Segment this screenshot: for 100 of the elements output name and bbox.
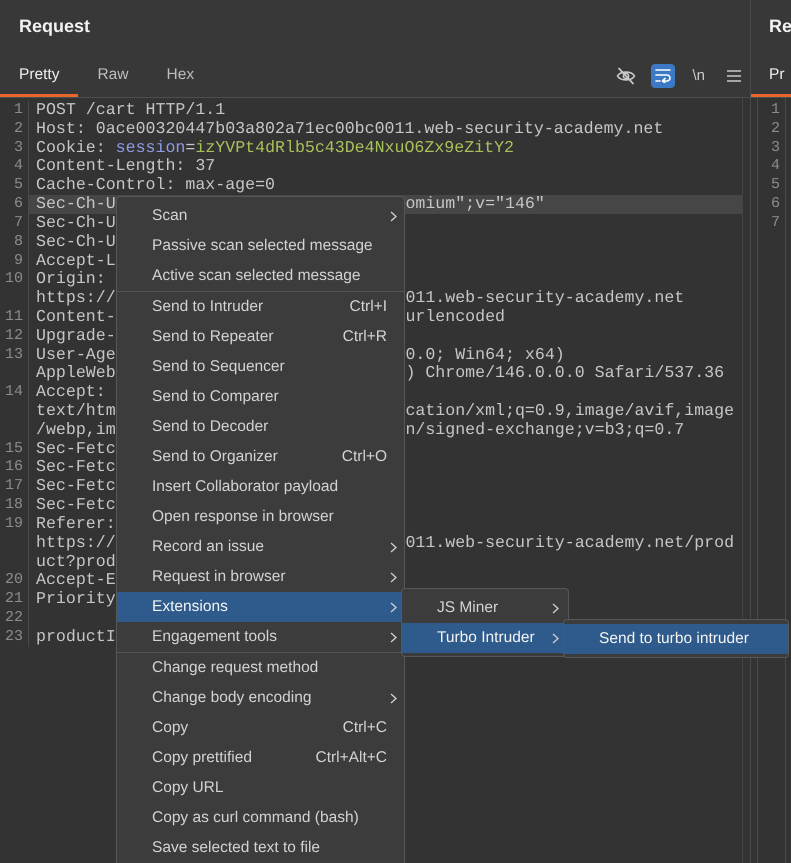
menu-item[interactable]: Record an issue	[117, 532, 404, 562]
menu-item[interactable]: Open response in browser	[117, 502, 404, 532]
code-text: Accept:	[36, 383, 106, 402]
code-text: User-Age	[36, 346, 116, 364]
shortcut-text: Ctrl+I	[350, 298, 387, 316]
menu-item[interactable]: Passive scan selected message	[117, 231, 404, 261]
line-number: 2	[770, 120, 780, 139]
code-text: Host: 0ace00320447b03a802a71ec00bc0011.web-security-academy.net	[36, 120, 664, 139]
menu-item[interactable]: Request in browser	[117, 562, 404, 592]
line-number: 23	[4, 628, 23, 647]
shortcut-text: Ctrl+R	[342, 328, 387, 346]
code-text: Sec-Ch-U	[36, 232, 116, 252]
menu-item[interactable]: Send to Comparer	[117, 382, 404, 412]
newline-toggle[interactable]: \n	[688, 64, 709, 88]
line-number: 6	[14, 195, 23, 214]
menu-item[interactable]: Send to turbo intruder	[564, 624, 788, 654]
line-number: 4	[770, 157, 780, 176]
line-number: 14	[4, 383, 23, 402]
code-text: Sec-Fetc	[36, 496, 116, 515]
code-text: productI	[36, 628, 116, 647]
code-text: Cookie: session=izYVPt4dRlb5c43De4NxuO6Zx9eZitY2	[36, 138, 514, 158]
menu-item[interactable]: Send to Organizer Ctrl+O	[117, 442, 404, 472]
line-number: 13	[4, 346, 23, 364]
line-number: 12	[4, 326, 23, 346]
line-number: 17	[4, 477, 23, 496]
line-number: 20	[4, 571, 23, 590]
code-text: text/htm	[36, 402, 116, 421]
code-text: Sec-Ch-U	[36, 195, 116, 214]
code-text: omium";v="146"	[405, 195, 545, 214]
shortcut-text: Ctrl+Alt+C	[316, 749, 387, 767]
code-text: AppleWeb	[36, 364, 116, 384]
code-text: 011.web-security-academy.net	[405, 289, 684, 308]
shortcut-text: Ctrl+O	[342, 448, 387, 466]
line-number: 6	[770, 195, 780, 214]
code-text: Accept-L	[36, 252, 116, 270]
line-number: 5	[770, 176, 780, 196]
menu-item[interactable]: Copy as curl command (bash)	[117, 803, 404, 833]
code-text: Cache-Control: max-age=0	[36, 176, 275, 196]
wrap-toggle[interactable]	[651, 64, 676, 88]
code-text: Referer:	[36, 514, 116, 534]
line-number: 2	[14, 120, 23, 139]
tab[interactable]: Hex	[148, 52, 214, 97]
menu-item[interactable]: Copy prettified Ctrl+Alt+C	[117, 743, 404, 773]
line-number: 8	[14, 232, 23, 252]
line-number: 16	[4, 458, 23, 478]
menu-item[interactable]: Copy URL	[117, 773, 404, 803]
shortcut-text: Ctrl+C	[342, 719, 387, 737]
menu-item[interactable]: Send to Decoder	[117, 412, 404, 442]
code-text: Upgrade-	[36, 326, 116, 346]
line-number: 9	[14, 252, 23, 270]
menu-item[interactable]: Send to Sequencer	[117, 352, 404, 382]
menu-item[interactable]: Engagement tools	[117, 622, 404, 652]
code-text: Sec-Ch-U	[36, 214, 116, 233]
line-number: 4	[14, 157, 23, 176]
menu-item[interactable]: Send to Repeater Ctrl+R	[117, 322, 404, 352]
tab[interactable]: Raw	[78, 52, 148, 97]
code-text: https://	[36, 289, 116, 308]
line-number: 22	[4, 608, 23, 628]
menu-item[interactable]: JS Miner	[402, 593, 568, 623]
menu-item[interactable]: Change body encoding	[117, 683, 404, 713]
menu-item[interactable]: Copy Ctrl+C	[117, 713, 404, 743]
code-text: Accept-E	[36, 571, 116, 590]
code-text: n/signed-exchange;v=b3;q=0.7	[405, 420, 684, 440]
code-text: 011.web-security-academy.net/prod	[405, 534, 734, 552]
code-text: cation/xml;q=0.9,image/avif,image	[405, 402, 734, 421]
code-text: Sec-Fetc	[36, 477, 116, 496]
panel-title: Request	[19, 16, 90, 36]
line-number: 1	[14, 101, 23, 120]
code-text: https://	[36, 534, 116, 552]
code-text: uct?prod	[36, 552, 116, 572]
line-number: 15	[4, 440, 23, 458]
line-number: 1	[770, 101, 780, 120]
line-number: 18	[4, 496, 23, 515]
code-text: Content-Length: 37	[36, 157, 216, 176]
code-text: Origin:	[36, 270, 106, 290]
menu-item[interactable]: Extensions	[117, 592, 404, 622]
line-number: 3	[770, 138, 780, 158]
eye-slash-icon	[616, 66, 636, 84]
text-wrap-icon	[655, 68, 672, 83]
line-number: 21	[4, 590, 23, 609]
line-number: 3	[14, 138, 23, 158]
menu-item[interactable]: Active scan selected message	[117, 261, 404, 291]
code-text: POST /cart HTTP/1.1	[36, 101, 226, 120]
menu-item[interactable]: Insert Collaborator payload	[117, 472, 404, 502]
code-text: ) Chrome/146.0.0.0 Safari/537.36	[405, 364, 724, 384]
menu-item[interactable]: Scan	[117, 201, 404, 231]
line-number: 11	[4, 308, 23, 327]
code-text: urlencoded	[405, 308, 506, 327]
menu-item[interactable]: Send to Intruder Ctrl+I	[117, 292, 404, 322]
menu-icon	[727, 70, 741, 82]
menu-item[interactable]: Save selected text to file	[117, 833, 404, 863]
code-text: Priority	[36, 590, 116, 609]
line-number: 19	[4, 514, 23, 534]
code-text: 0.0; Win64; x64)	[405, 346, 565, 364]
code-text: Sec-Fetc	[36, 440, 116, 458]
menu-item[interactable]: Change request method	[117, 653, 404, 683]
code-text: Content-	[36, 308, 116, 327]
code-text: Sec-Fetc	[36, 458, 116, 478]
line-number: 7	[14, 214, 23, 233]
line-number: 10	[4, 270, 23, 290]
